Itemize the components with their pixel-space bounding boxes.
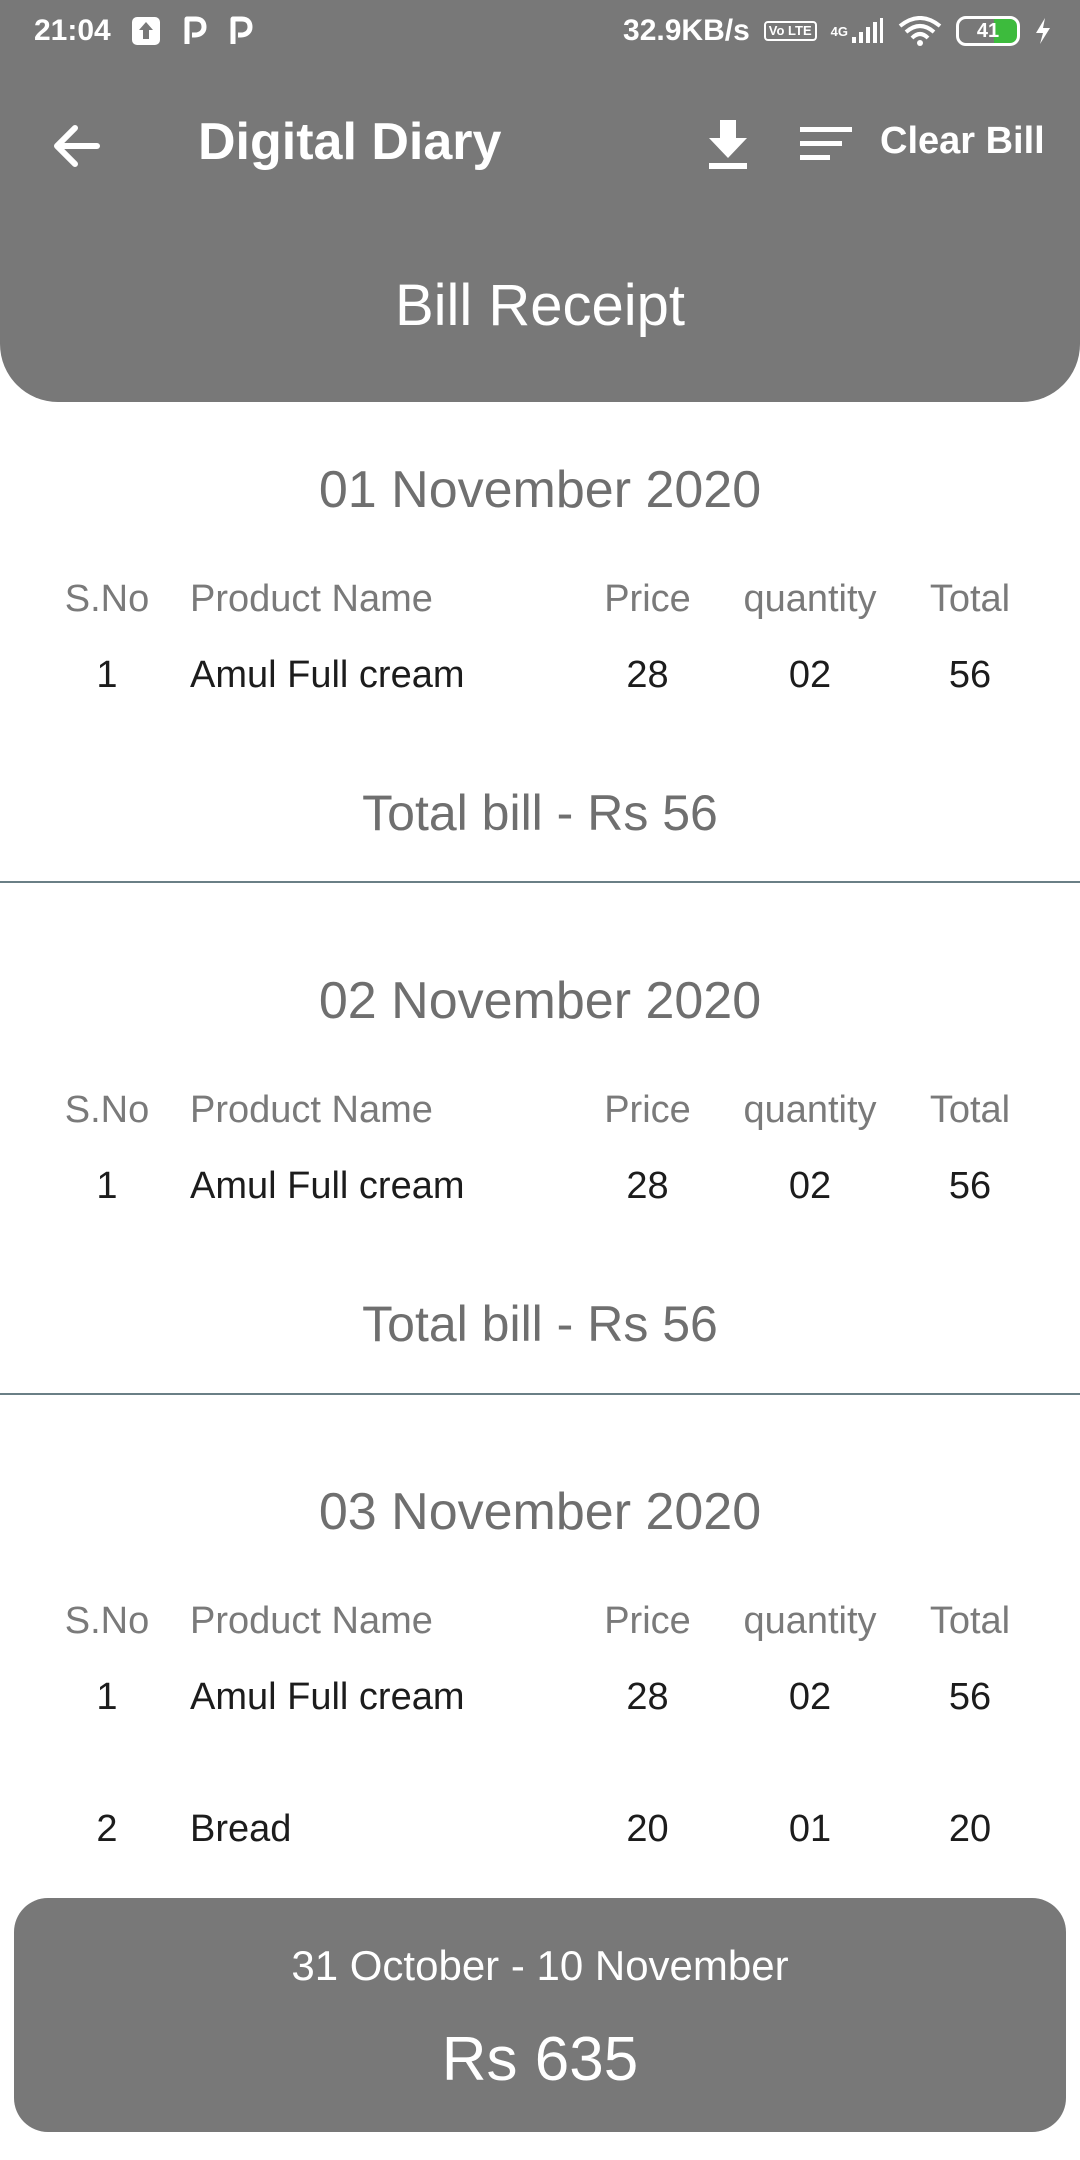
col-total-header: Total (929, 1089, 1011, 1131)
cell-sno: 2 (96, 1808, 118, 1850)
cell-sno: 1 (96, 1676, 118, 1718)
col-sno-header: S.No (64, 1600, 150, 1642)
status-right: 32.9KB/s Vo LTE 4G 41 (623, 14, 1052, 48)
sort-button[interactable] (796, 114, 856, 174)
col-name-header: Product Name (190, 1600, 433, 1642)
arrow-back-icon (54, 125, 100, 167)
cell-sno: 1 (96, 654, 118, 696)
col-total-header: Total (929, 1600, 1011, 1642)
page-title: Bill Receipt (394, 273, 686, 338)
cell-total: 56 (948, 1165, 992, 1207)
col-price-header: Price (604, 578, 691, 620)
col-price-header: Price (604, 1089, 691, 1131)
col-name-header: Product Name (190, 578, 433, 620)
cell-name: Amul Full cream (190, 1165, 465, 1207)
cell-qty: 02 (788, 1165, 832, 1207)
summary-card: 31 October - 10 November Rs 635 (14, 1898, 1066, 2132)
col-price-header: Price (604, 1600, 691, 1642)
cell-total: 56 (948, 654, 992, 696)
table-row: 2 Bread 20 01 20 (0, 1808, 1080, 1858)
cell-price: 20 (626, 1808, 669, 1850)
table-header-row: S.No Product Name Price quantity Total (0, 1600, 1080, 1650)
col-sno-header: S.No (64, 578, 150, 620)
col-total-header: Total (929, 578, 1011, 620)
bill-total: Total bill - Rs 56 (362, 1296, 718, 1352)
network-speed: 32.9KB/s (623, 14, 750, 47)
col-sno-header: S.No (64, 1089, 150, 1131)
cell-total: 56 (948, 1676, 992, 1718)
cell-price: 28 (626, 654, 669, 696)
col-qty-header: quantity (743, 1089, 877, 1131)
battery-indicator: 41 (956, 16, 1020, 46)
bill-total: Total bill - Rs 56 (362, 785, 718, 841)
clear-bill-button[interactable]: Clear Bill (880, 120, 1045, 163)
cell-price: 28 (626, 1676, 669, 1718)
download-button[interactable] (698, 114, 758, 174)
table-row: 1 Amul Full cream 28 02 56 (0, 1676, 1080, 1726)
status-bar: 21:04 32.9KB/s Vo LTE 4G 41 (0, 0, 1080, 68)
battery-level: 41 (976, 19, 1000, 42)
back-button[interactable] (44, 114, 108, 178)
cell-name: Bread (190, 1808, 292, 1850)
sort-icon (800, 127, 852, 160)
volte-badge: Vo LTE (763, 21, 817, 41)
network-type: 4G (830, 23, 848, 39)
table-header-row: S.No Product Name Price quantity Total (0, 1089, 1080, 1139)
summary-amount: Rs 635 (441, 2025, 639, 2094)
charging-icon (1034, 17, 1052, 45)
col-name-header: Product Name (190, 1089, 433, 1131)
cell-name: Amul Full cream (190, 1676, 465, 1718)
p-notification-icon (227, 16, 253, 46)
table-row: 1 Amul Full cream 28 02 56 (0, 1165, 1080, 1215)
table-header-row: S.No Product Name Price quantity Total (0, 578, 1080, 628)
wifi-icon (898, 16, 942, 46)
col-qty-header: quantity (743, 578, 877, 620)
cell-name: Amul Full cream (190, 654, 465, 696)
p-notification-icon (181, 16, 207, 46)
bill-date: 03 November 2020 (318, 1483, 762, 1541)
bill-date: 01 November 2020 (318, 461, 762, 519)
section-divider (0, 881, 1080, 883)
cell-price: 28 (626, 1165, 669, 1207)
status-time: 21:04 (34, 14, 111, 47)
app-title: Digital Diary (198, 113, 502, 171)
cell-qty: 01 (788, 1808, 832, 1850)
cell-qty: 02 (788, 1676, 832, 1718)
section-divider (0, 1393, 1080, 1395)
download-icon (709, 120, 747, 169)
status-left: 21:04 (34, 14, 253, 48)
cell-qty: 02 (788, 654, 832, 696)
summary-date-range: 31 October - 10 November (291, 1942, 789, 1989)
app-bar: Digital Diary Clear Bill (0, 96, 1080, 192)
cell-sno: 1 (96, 1165, 118, 1207)
table-row: 1 Amul Full cream 28 02 56 (0, 654, 1080, 704)
header-panel: 21:04 32.9KB/s Vo LTE 4G 41 Digital Diar… (0, 0, 1080, 402)
upload-icon (131, 16, 161, 46)
signal-icon: 4G (831, 17, 884, 45)
cell-total: 20 (948, 1808, 992, 1850)
bill-date: 02 November 2020 (318, 972, 762, 1030)
col-qty-header: quantity (743, 1600, 877, 1642)
